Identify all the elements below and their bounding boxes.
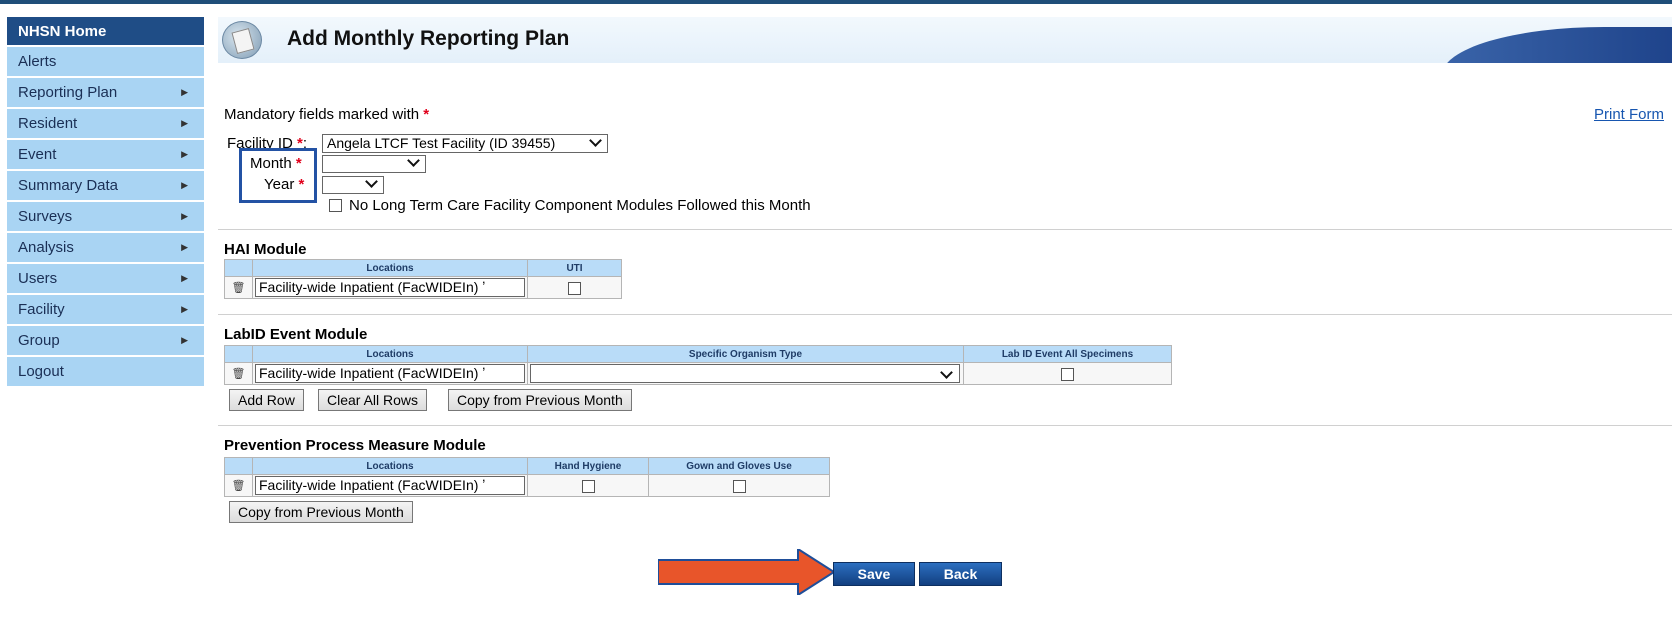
sidebar-item-alerts[interactable]: Alerts [7,47,204,76]
caret-right-icon: ▶ [181,242,188,252]
table-header-hand-hygiene: Hand Hygiene [527,457,649,475]
organism-select[interactable] [530,364,960,383]
save-button[interactable]: Save [833,562,915,586]
caret-right-icon: ▶ [181,211,188,221]
table-row: 🗑 Facility-wide Inpatient (FacWIDEIn) ʼ [224,474,830,497]
table-header-blank [224,457,253,475]
sidebar-nav: NHSN Home Alerts Reporting Plan ▶ Residen… [7,17,204,388]
sidebar-item-label: Logout [18,363,64,380]
chevron-down-icon [942,368,951,377]
organism-cell [527,362,964,385]
trash-icon[interactable]: 🗑 [224,362,253,385]
caret-right-icon: ▶ [181,149,188,159]
hai-module-table: Locations UTI 🗑 Facility-wide Inpatient … [224,259,622,299]
sidebar-item-label: Alerts [18,53,57,70]
divider [218,425,1672,426]
copy-previous-month-button[interactable]: Copy from Previous Month [448,389,632,411]
table-header-gown-gloves: Gown and Gloves Use [648,457,830,475]
sidebar-item-nhsn-home[interactable]: NHSN Home [7,17,204,45]
hai-module-title: HAI Module [224,241,307,258]
location-select[interactable]: Facility-wide Inpatient (FacWIDEIn) ʼ [255,364,525,383]
sidebar-item-label: Facility [18,301,65,318]
location-select[interactable]: Facility-wide Inpatient (FacWIDEIn) ʼ [255,476,525,495]
gown-gloves-cell [648,474,830,497]
hand-hygiene-cell [527,474,649,497]
table-header-blank [224,345,253,363]
table-header-locations: Locations [252,345,528,363]
labid-module-table: Locations Specific Organism Type Lab ID … [224,345,1172,385]
table-row: 🗑 Facility-wide Inpatient (FacWIDEIn) ʼ [224,362,1172,385]
location-cell: Facility-wide Inpatient (FacWIDEIn) ʼ [252,474,528,497]
divider [218,229,1672,230]
mandatory-text: Mandatory fields marked with [224,106,420,123]
copy-previous-month-button[interactable]: Copy from Previous Month [229,501,413,523]
ppm-module-title: Prevention Process Measure Module [224,437,486,454]
sidebar-item-analysis[interactable]: Analysis ▶ [7,233,204,262]
main-content: Mandatory fields marked with * Print For… [218,0,1672,634]
sidebar-item-label: Reporting Plan [18,84,118,101]
all-specimens-checkbox[interactable] [1061,367,1074,381]
location-select[interactable]: Facility-wide Inpatient (FacWIDEIn) ʼ [255,278,525,297]
print-form-link[interactable]: Print Form [1594,106,1664,123]
caret-right-icon: ▶ [181,273,188,283]
table-header-blank [224,259,253,277]
clear-all-rows-button[interactable]: Clear All Rows [318,389,428,411]
arrow-annotation-icon [658,549,836,595]
uti-cell [527,276,622,299]
sidebar-item-label: Surveys [18,208,73,225]
caret-right-icon: ▶ [181,87,188,97]
table-header-locations: Locations [252,457,528,475]
table-header-all-specimens: Lab ID Event All Specimens [963,345,1172,363]
caret-right-icon: ▶ [181,304,188,314]
labid-module-title: LabID Event Module [224,326,368,343]
uti-checkbox[interactable] [568,281,581,295]
sidebar-item-label: Users [18,270,58,287]
sidebar-item-label: Group [18,332,60,349]
sidebar-item-surveys[interactable]: Surveys ▶ [7,202,204,231]
sidebar-item-group[interactable]: Group ▶ [7,326,204,355]
sidebar-item-users[interactable]: Users ▶ [7,264,204,293]
table-header-uti: UTI [527,259,622,277]
sidebar-item-summary-data[interactable]: Summary Data ▶ [7,171,204,200]
caret-right-icon: ▶ [181,118,188,128]
required-star: * [423,106,430,123]
sidebar-item-label: Event [18,146,57,163]
sidebar-item-event[interactable]: Event ▶ [7,140,204,169]
sidebar-item-reporting-plan[interactable]: Reporting Plan ▶ [7,78,204,107]
sidebar-item-label: NHSN Home [18,22,107,40]
location-cell: Facility-wide Inpatient (FacWIDEIn) ʼ [252,276,528,299]
table-header-organism: Specific Organism Type [527,345,964,363]
add-row-button[interactable]: Add Row [229,389,304,411]
location-cell: Facility-wide Inpatient (FacWIDEIn) ʼ [252,362,528,385]
sidebar-item-label: Analysis [18,239,74,256]
month-select[interactable] [322,155,426,173]
sidebar-item-label: Resident [18,115,78,132]
ppm-module-table: Locations Hand Hygiene Gown and Gloves U… [224,457,830,497]
sidebar-item-facility[interactable]: Facility ▶ [7,295,204,324]
all-specimens-cell [963,362,1172,385]
hand-hygiene-checkbox[interactable] [581,479,595,493]
table-header-locations: Locations [252,259,528,277]
back-button[interactable]: Back [919,562,1002,586]
caret-right-icon: ▶ [181,335,188,345]
no-modules-label: No Long Term Care Facility Component Mod… [349,197,811,214]
gown-gloves-checkbox[interactable] [732,479,746,493]
trash-icon[interactable]: 🗑 [224,276,253,299]
sidebar-item-label: Summary Data [18,177,119,194]
month-year-highlight-box [239,148,317,203]
mandatory-note: Mandatory fields marked with * [224,106,429,123]
facility-id-select[interactable]: Angela LTCF Test Facility (ID 39455) [322,134,608,153]
sidebar-item-logout[interactable]: Logout [7,357,204,386]
trash-icon[interactable]: 🗑 [224,474,253,497]
divider [218,314,1672,315]
sidebar-item-resident[interactable]: Resident ▶ [7,109,204,138]
year-select[interactable] [322,176,384,194]
caret-right-icon: ▶ [181,180,188,190]
no-modules-checkbox[interactable] [329,199,342,212]
table-row: 🗑 Facility-wide Inpatient (FacWIDEIn) ʼ [224,276,622,299]
facility-id-value: Angela LTCF Test Facility (ID 39455) [327,135,556,151]
